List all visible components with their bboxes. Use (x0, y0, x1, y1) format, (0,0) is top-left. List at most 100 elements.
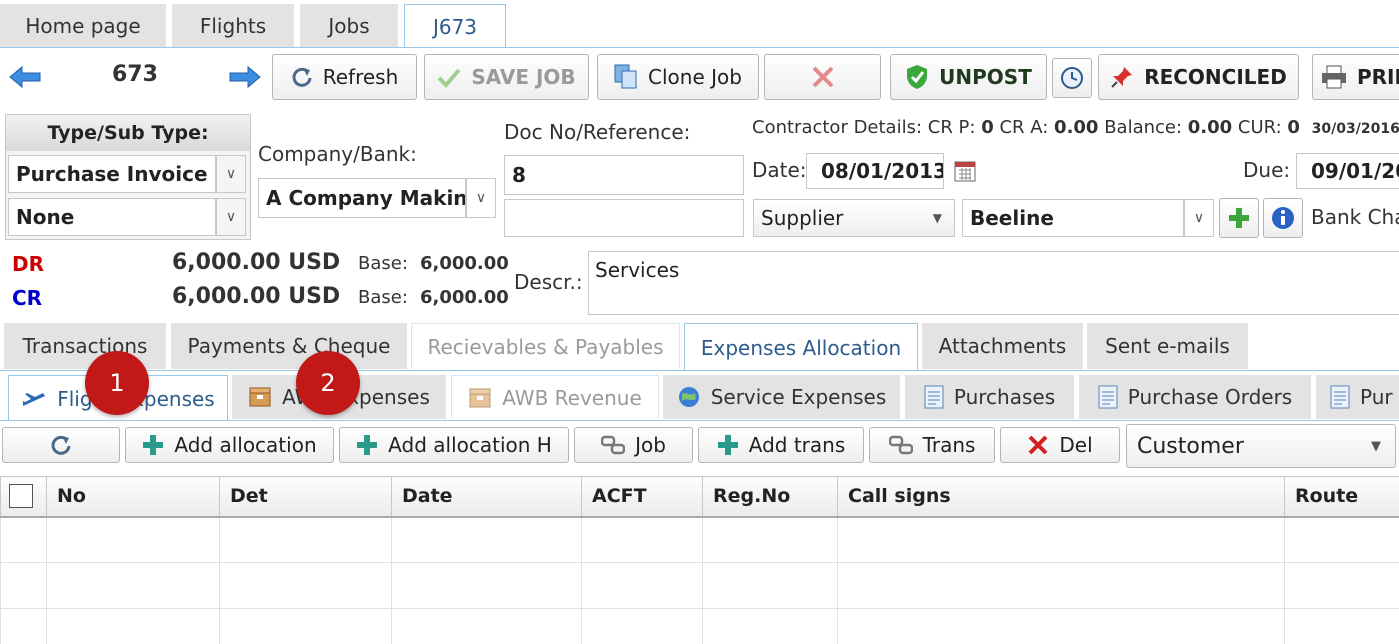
due-label: Due: (1243, 158, 1291, 182)
job-link-button[interactable]: Job (574, 427, 693, 463)
job-number: 673 (112, 62, 158, 87)
add-allocation-h-button[interactable]: Add allocation H (339, 427, 569, 463)
delete-x-icon (1027, 434, 1049, 456)
company-select[interactable]: A Company Making (258, 178, 466, 218)
history-button[interactable] (1052, 58, 1092, 98)
contractor-details: Contractor Details: CR P: 0 CR A: 0.00 B… (752, 117, 1399, 138)
clock-icon (1060, 66, 1084, 90)
subtab-purchases[interactable]: Purchases (905, 375, 1074, 419)
party-info-button[interactable] (1263, 198, 1303, 238)
customer-select[interactable]: Customer ▼ (1126, 424, 1396, 468)
calendar-icon[interactable] (954, 160, 976, 182)
type-dropdown-chevron-icon[interactable]: ∨ (216, 155, 246, 193)
tab-job-j673[interactable]: J673 (404, 4, 506, 48)
subtab-purchase-orders[interactable]: Purchase Orders (1079, 375, 1311, 419)
tab-payments-cheque[interactable]: Payments & Cheque (171, 323, 407, 369)
reference-input[interactable] (504, 199, 744, 237)
type-select[interactable]: Purchase Invoice (8, 155, 216, 193)
document-icon (924, 385, 944, 409)
party-type-select[interactable]: Supplier ▼ (753, 199, 955, 237)
dr-base-amount: 6,000.00 (420, 253, 509, 274)
table-row[interactable] (0, 516, 1399, 563)
plane-icon (21, 390, 47, 408)
reconciled-button[interactable]: RECONCILED (1098, 54, 1299, 100)
col-header-reg-no[interactable]: Reg.No (702, 476, 838, 518)
delete-label: Del (1059, 433, 1093, 457)
print-button[interactable]: PRIN (1312, 54, 1399, 100)
globe-icon (677, 385, 701, 409)
subtab-service-expenses[interactable]: Service Expenses (663, 375, 900, 419)
prev-job-arrow-icon[interactable] (8, 64, 42, 90)
plus-icon (1227, 206, 1251, 230)
col-header-call-signs[interactable]: Call signs (837, 476, 1285, 518)
delete-button[interactable]: Del (1000, 427, 1120, 463)
col-header-acft[interactable]: ACFT (581, 476, 703, 518)
cr-amount: 6,000.00 USD (172, 284, 341, 309)
subtab-purchases-label: Purchases (953, 385, 1056, 409)
refresh-icon (291, 66, 313, 88)
type-subtype-header: Type/Sub Type: (6, 115, 250, 151)
col-header-date[interactable]: Date (391, 476, 582, 518)
subtab-awb-revenue[interactable]: AWB Revenue (451, 375, 659, 419)
tab-attachments[interactable]: Attachments (922, 323, 1083, 369)
link-icon (601, 435, 626, 455)
subtab-service-expenses-label: Service Expenses (710, 385, 887, 409)
tab-sent-emails[interactable]: Sent e-mails (1087, 323, 1248, 369)
party-type-value: Supplier (761, 206, 844, 230)
cr-base-label: Base: (358, 287, 408, 308)
subtype-select[interactable]: None (8, 198, 216, 236)
clone-job-button[interactable]: Clone Job (597, 54, 759, 100)
tab-flights[interactable]: Flights (172, 4, 294, 48)
doc-no-input[interactable]: 8 (504, 155, 744, 195)
tab-jobs[interactable]: Jobs (300, 4, 398, 48)
unpost-button[interactable]: UNPOST (890, 54, 1047, 100)
select-all-checkbox-cell[interactable] (0, 476, 47, 518)
add-allocation-h-label: Add allocation H (388, 433, 552, 457)
refresh-button[interactable]: Refresh (272, 54, 417, 100)
info-icon (1270, 205, 1296, 231)
trans-link-button[interactable]: Trans (869, 427, 995, 463)
col-header-det[interactable]: Det (219, 476, 392, 518)
subtab-awb-revenue-label: AWB Revenue (502, 385, 642, 410)
table-row[interactable] (0, 608, 1399, 644)
job-link-label: Job (635, 433, 666, 457)
box-icon (248, 386, 272, 408)
bank-charges-label: Bank Cha (1311, 205, 1399, 229)
due-date-input[interactable]: 09/01/20 (1296, 153, 1399, 189)
subtype-dropdown-chevron-icon[interactable]: ∨ (216, 198, 246, 236)
add-trans-button[interactable]: Add trans (698, 427, 864, 463)
reload-allocations-button[interactable] (2, 427, 120, 463)
cr-base-amount: 6,000.00 (420, 287, 509, 308)
pin-icon (1110, 65, 1134, 89)
tab-home-page[interactable]: Home page (0, 4, 166, 48)
add-party-button[interactable] (1219, 198, 1259, 238)
date-label: Date: (752, 158, 807, 182)
table-header-row: No Det Date ACFT Reg.No Call signs Route (0, 476, 1399, 518)
dr-amount: 6,000.00 USD (172, 250, 341, 275)
tab-expenses-allocation[interactable]: Expenses Allocation (684, 323, 918, 371)
party-name-select[interactable]: Beeline (962, 199, 1184, 237)
caret-down-icon: ▼ (1371, 438, 1381, 454)
subtab-pur[interactable]: Pur (1316, 375, 1399, 419)
customer-select-value: Customer (1137, 433, 1244, 459)
reconciled-label: RECONCILED (1144, 65, 1287, 89)
cr-label: CR (12, 286, 43, 310)
table-row[interactable] (0, 562, 1399, 609)
cancel-button[interactable] (764, 54, 881, 100)
date-input[interactable]: 08/01/2013 (806, 153, 944, 189)
allocations-table: No Det Date ACFT Reg.No Call signs Route (0, 476, 1399, 644)
trans-link-label: Trans (922, 433, 976, 457)
company-dropdown-chevron-icon[interactable]: ∨ (466, 178, 496, 218)
subtab-pur-label: Pur (1360, 385, 1393, 409)
tab-receivables-payables[interactable]: Recievables & Payables (411, 323, 680, 369)
shield-check-icon (905, 64, 929, 90)
refresh-label: Refresh (322, 65, 399, 89)
add-allocation-button[interactable]: Add allocation (125, 427, 334, 463)
description-textarea[interactable]: Services (588, 251, 1399, 315)
save-job-button[interactable]: SAVE JOB (424, 54, 589, 100)
col-header-route[interactable]: Route (1284, 476, 1399, 518)
party-dropdown-chevron-icon[interactable]: ∨ (1184, 199, 1214, 237)
select-all-checkbox[interactable] (9, 484, 33, 509)
col-header-no[interactable]: No (46, 476, 220, 518)
next-job-arrow-icon[interactable] (228, 64, 262, 90)
